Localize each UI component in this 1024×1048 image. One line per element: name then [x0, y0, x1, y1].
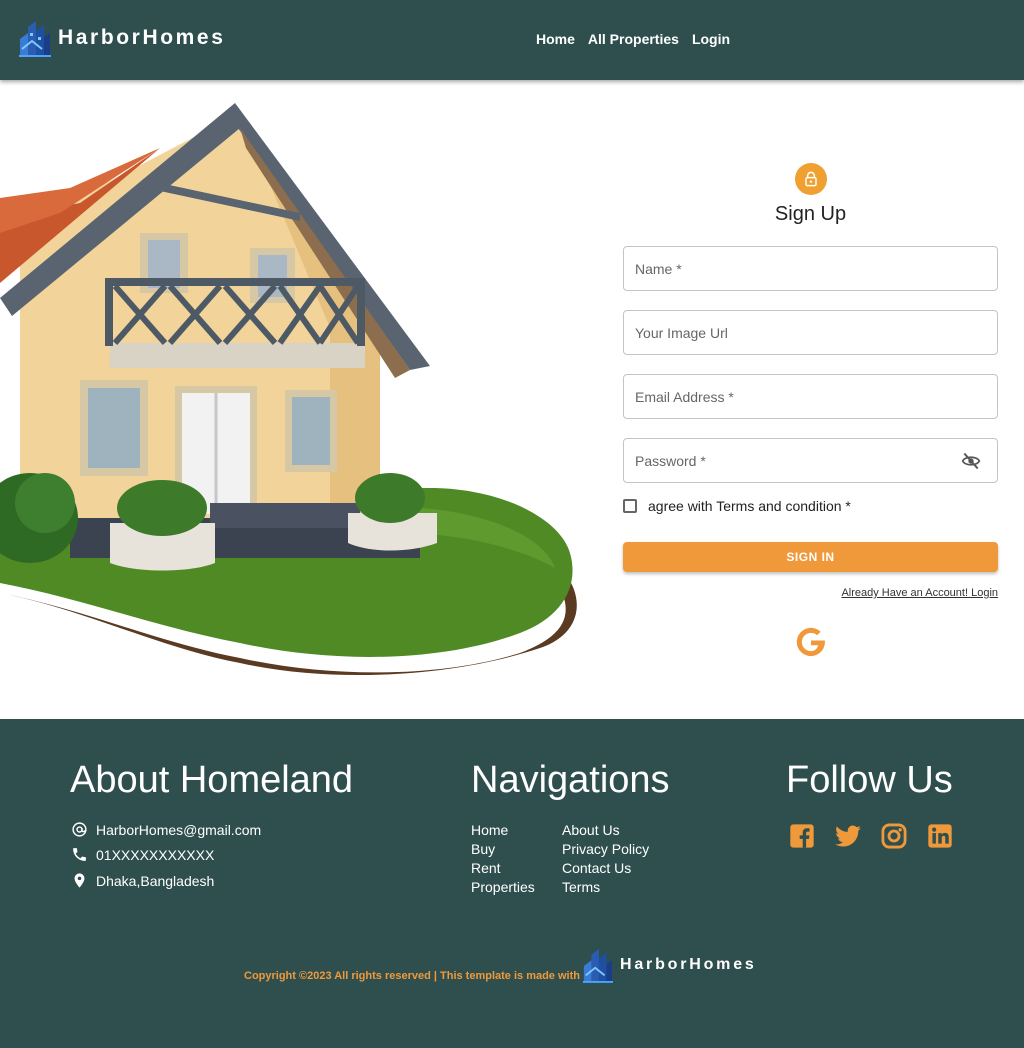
house-hero-image	[0, 103, 577, 675]
image-url-field-wrapper	[623, 310, 998, 355]
password-field-wrapper	[623, 438, 998, 483]
brand-name: HarborHomes	[58, 26, 226, 49]
navigations-heading: Navigations	[471, 759, 670, 801]
footer-logo-icon	[582, 949, 614, 983]
login-link[interactable]: Already Have an Account! Login	[841, 587, 998, 599]
footer-link-about-us[interactable]: About Us	[562, 821, 649, 840]
copyright-text: Copyright ©2023 All rights reserved | Th…	[244, 970, 580, 982]
lock-icon	[805, 171, 817, 187]
form-title: Sign Up	[774, 203, 847, 225]
instagram-icon[interactable]	[880, 822, 908, 850]
terms-agree-row: agree with Terms and condition *	[623, 498, 851, 514]
about-heading: About Homeland	[70, 759, 354, 801]
linkedin-icon[interactable]	[926, 822, 954, 850]
contact-address-row: Dhaka,Bangladesh	[71, 872, 214, 889]
location-icon	[74, 873, 85, 888]
email-input[interactable]	[624, 375, 997, 418]
terms-checkbox[interactable]	[623, 499, 637, 513]
footer-link-contact-us[interactable]: Contact Us	[562, 859, 649, 878]
contact-phone-row: 01XXXXXXXXXXX	[71, 846, 214, 863]
phone-icon	[73, 848, 86, 861]
nav-home-link[interactable]: Home	[536, 31, 575, 47]
footer-link-home[interactable]: Home	[471, 821, 535, 840]
at-icon	[72, 822, 87, 837]
footer-link-rent[interactable]: Rent	[471, 859, 535, 878]
footer-nav-col-1: Home Buy Rent Properties	[471, 821, 535, 897]
footer-link-buy[interactable]: Buy	[471, 840, 535, 859]
brand[interactable]: HarborHomes	[18, 19, 225, 57]
facebook-icon[interactable]	[788, 822, 816, 850]
footer-brand-name: HarborHomes	[620, 956, 757, 973]
footer-email[interactable]: HarborHomes@gmail.com	[96, 822, 261, 838]
nav-all-properties-link[interactable]: All Properties	[588, 31, 679, 47]
name-field-wrapper	[623, 246, 998, 291]
footer-nav-col-2: About Us Privacy Policy Contact Us Terms	[562, 821, 649, 897]
name-input[interactable]	[624, 247, 997, 290]
footer-link-terms[interactable]: Terms	[562, 878, 649, 897]
password-input[interactable]	[624, 439, 997, 482]
footer-address: Dhaka,Bangladesh	[96, 872, 215, 889]
footer-phone: 01XXXXXXXXXXX	[96, 846, 215, 863]
email-field-wrapper	[623, 374, 998, 419]
nav-login-link[interactable]: Login	[692, 31, 730, 47]
footer-link-properties[interactable]: Properties	[471, 878, 535, 897]
footer-brand[interactable]: HarborHomes	[582, 947, 757, 983]
twitter-icon[interactable]	[834, 822, 862, 850]
image-url-input[interactable]	[624, 311, 997, 354]
sign-in-button[interactable]: SIGN IN	[623, 542, 998, 572]
visibility-off-icon[interactable]	[961, 451, 981, 471]
footer: About Homeland HarborHomes@gmail.com 01X…	[0, 719, 1024, 1048]
contact-email-row: HarborHomes@gmail.com	[71, 821, 261, 838]
follow-heading: Follow Us	[786, 759, 953, 801]
nav-menu: Home All Properties Login	[536, 31, 730, 47]
social-links	[788, 822, 954, 850]
footer-link-privacy-policy[interactable]: Privacy Policy	[562, 840, 649, 859]
logo-icon	[19, 21, 51, 57]
google-icon[interactable]	[793, 623, 829, 661]
lock-avatar	[795, 163, 827, 195]
terms-label: agree with Terms and condition *	[648, 498, 851, 514]
top-navbar: HarborHomes Home All Properties Login	[0, 0, 1024, 80]
